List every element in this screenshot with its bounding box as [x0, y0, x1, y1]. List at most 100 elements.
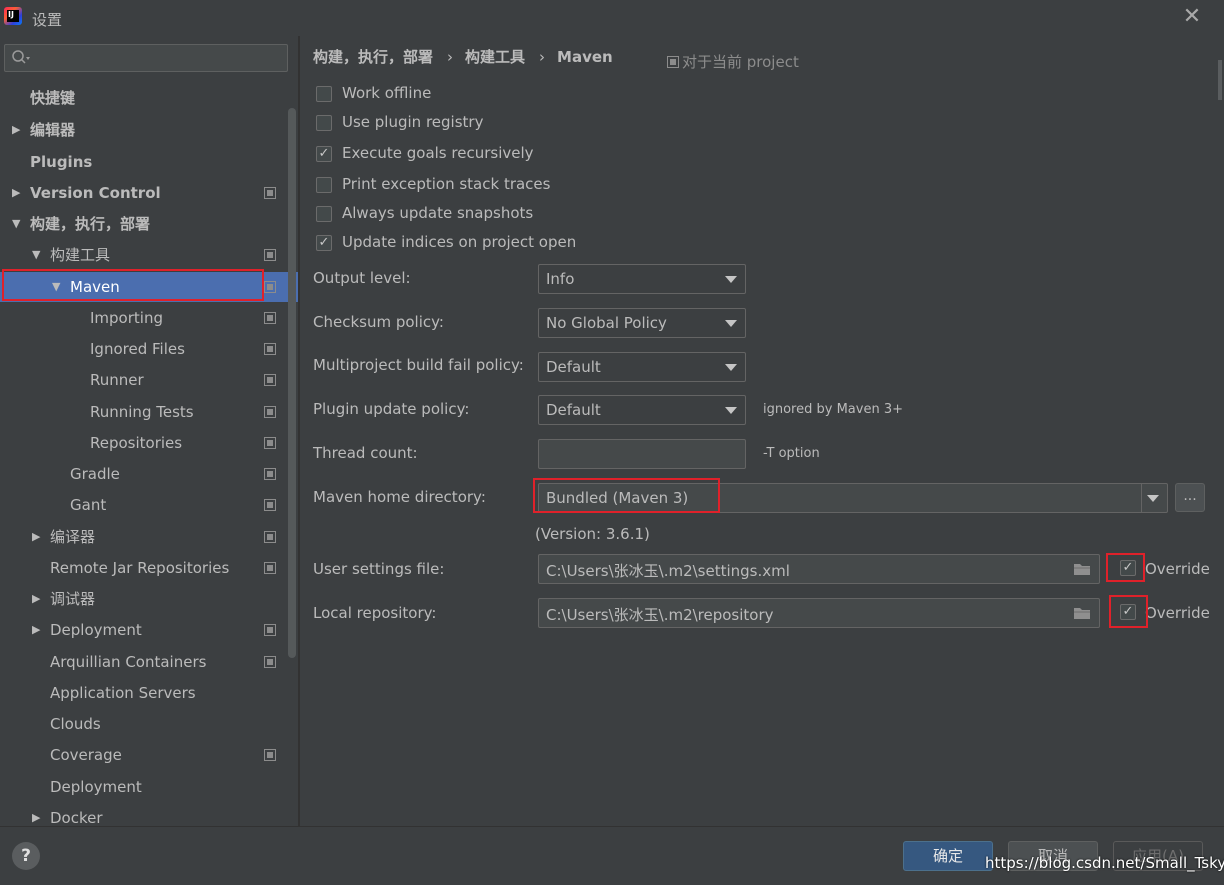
override-highlight-box	[1106, 553, 1145, 582]
project-scope-icon	[264, 499, 276, 511]
user-settings-input[interactable]: C:\Users\张冰玉\.m2\settings.xml	[538, 554, 1100, 584]
project-scope-icon	[264, 531, 276, 543]
collapsed-arrow-icon[interactable]: ▶	[12, 178, 20, 208]
expanded-arrow-icon[interactable]: ▼	[12, 209, 20, 239]
update-indices-on-open-checkbox[interactable]: ✓	[316, 235, 332, 251]
chevron-down-icon	[725, 276, 737, 283]
execute-goals-recursively-checkbox[interactable]: ✓	[316, 146, 332, 162]
sidebar-item-label: Deployment	[50, 778, 142, 796]
use-plugin-registry-checkbox[interactable]	[316, 115, 332, 131]
sidebar-item-label: 快捷键	[30, 89, 76, 107]
thread-count-input[interactable]	[538, 439, 746, 469]
output-level-label: Output level:	[313, 269, 411, 287]
sidebar-item-compiler[interactable]: ▶ 编译器	[0, 522, 290, 552]
window-title: 设置	[32, 11, 63, 29]
sidebar-item-label: 构建工具	[50, 246, 111, 264]
expanded-arrow-icon[interactable]: ▼	[32, 240, 40, 270]
local-repository-input[interactable]: C:\Users\张冰玉\.m2\repository	[538, 598, 1100, 628]
sidebar-item-importing[interactable]: Importing	[0, 303, 290, 333]
sidebar-item-build-tools[interactable]: ▼ 构建工具	[0, 240, 290, 270]
project-scope-icon	[264, 562, 276, 574]
sidebar-item-clouds[interactable]: Clouds	[0, 709, 290, 739]
sidebar-item-deployment[interactable]: ▶ Deployment	[0, 615, 290, 645]
close-icon[interactable]: ✕	[1181, 6, 1203, 28]
local-repository-override-label: Override	[1145, 604, 1210, 622]
sidebar-item-label: 编译器	[50, 528, 96, 546]
plugin-update-policy-select[interactable]: Default	[538, 395, 746, 425]
sidebar-item-ignored-files[interactable]: Ignored Files	[0, 334, 290, 364]
help-button[interactable]: ?	[12, 842, 40, 870]
checksum-policy-select[interactable]: No Global Policy	[538, 308, 746, 338]
collapsed-arrow-icon[interactable]: ▶	[32, 615, 40, 645]
sidebar-item-runner[interactable]: Runner	[0, 365, 290, 395]
output-level-select[interactable]: Info	[538, 264, 746, 294]
sidebar-item-keymap[interactable]: 快捷键	[0, 83, 290, 113]
folder-icon[interactable]	[1073, 606, 1091, 620]
print-exception-stack-traces-label: Print exception stack traces	[342, 175, 551, 193]
ok-button[interactable]: 确定	[903, 841, 993, 871]
sidebar-item-label: Version Control	[30, 184, 161, 202]
local-repository-label: Local repository:	[313, 604, 437, 622]
sidebar-item-deployment-2[interactable]: Deployment	[0, 772, 290, 802]
maven-home-browse-button[interactable]: ...	[1175, 483, 1205, 512]
combo-divider	[1141, 484, 1142, 512]
thread-count-hint: -T option	[763, 446, 820, 461]
breadcrumb-build-tools[interactable]: 构建工具	[465, 48, 525, 66]
execute-goals-recursively-label: Execute goals recursively	[342, 144, 534, 162]
print-exception-stack-traces-checkbox[interactable]	[316, 177, 332, 193]
always-update-snapshots-label: Always update snapshots	[342, 204, 534, 222]
project-scope-icon	[667, 56, 679, 68]
splitter[interactable]	[298, 36, 300, 826]
checksum-policy-value: No Global Policy	[546, 314, 667, 332]
maven-highlight-box	[2, 269, 264, 301]
output-level-value: Info	[546, 270, 575, 288]
sidebar-item-label: Running Tests	[90, 403, 194, 421]
collapsed-arrow-icon[interactable]: ▶	[32, 584, 40, 614]
multiproject-policy-select[interactable]: Default	[538, 352, 746, 382]
sidebar-item-coverage[interactable]: Coverage	[0, 740, 290, 770]
always-update-snapshots-checkbox[interactable]	[316, 206, 332, 222]
sidebar-item-remote-jar-repositories[interactable]: Remote Jar Repositories	[0, 553, 290, 583]
settings-sidebar: 快捷键 ▶ 编辑器 Plugins ▶ Version Control ▼ 构建，执行，部署 ▼…	[0, 36, 298, 827]
sidebar-item-arquillian-containers[interactable]: Arquillian Containers	[0, 647, 290, 677]
sidebar-item-editor[interactable]: ▶ 编辑器	[0, 115, 290, 145]
breadcrumb-build[interactable]: 构建，执行，部署	[313, 48, 433, 66]
collapsed-arrow-icon[interactable]: ▶	[12, 115, 20, 145]
settings-search-input[interactable]	[4, 44, 288, 72]
project-scope-icon	[264, 312, 276, 324]
sidebar-item-plugins[interactable]: Plugins	[0, 147, 290, 177]
sidebar-item-label: Gant	[70, 496, 107, 514]
use-plugin-registry-label: Use plugin registry	[342, 113, 484, 131]
local-repository-value: C:\Users\张冰玉\.m2\repository	[546, 606, 774, 624]
sidebar-item-version-control[interactable]: ▶ Version Control	[0, 178, 290, 208]
breadcrumb: 构建，执行，部署 › 构建工具 › Maven	[313, 46, 621, 66]
sidebar-item-label: Repositories	[90, 434, 183, 452]
sidebar-scrollbar[interactable]	[288, 108, 296, 658]
sidebar-item-label: Importing	[90, 309, 163, 327]
work-offline-checkbox[interactable]	[316, 86, 332, 102]
sidebar-item-gradle[interactable]: Gradle	[0, 459, 290, 489]
chevron-down-icon	[725, 364, 737, 371]
sidebar-item-application-servers[interactable]: Application Servers	[0, 678, 290, 708]
watermark-text: https://blog.csdn.net/Small_Tsky	[985, 854, 1224, 872]
maven-home-highlight-box	[533, 478, 720, 513]
collapsed-arrow-icon[interactable]: ▶	[32, 522, 40, 552]
sidebar-item-build-execution-deployment[interactable]: ▼ 构建，执行，部署	[0, 209, 290, 239]
sidebar-item-running-tests[interactable]: Running Tests	[0, 397, 290, 427]
project-scope-icon	[264, 187, 276, 199]
project-scope-icon	[264, 406, 276, 418]
title-bar: IJ 设置 ✕	[0, 0, 1224, 36]
multiproject-policy-value: Default	[546, 358, 601, 376]
sidebar-item-repositories[interactable]: Repositories	[0, 428, 290, 458]
sidebar-item-label: Application Servers	[50, 684, 196, 702]
project-scope-icon	[264, 656, 276, 668]
sidebar-item-gant[interactable]: Gant	[0, 490, 290, 520]
sidebar-item-label: Coverage	[50, 746, 122, 764]
chevron-down-icon	[725, 320, 737, 327]
folder-icon[interactable]	[1073, 562, 1091, 576]
project-scope-icon	[264, 281, 276, 293]
maven-home-label: Maven home directory:	[313, 488, 486, 506]
checksum-policy-label: Checksum policy:	[313, 313, 444, 331]
sidebar-item-debugger[interactable]: ▶ 调试器	[0, 584, 290, 614]
plugin-update-policy-label: Plugin update policy:	[313, 400, 470, 418]
